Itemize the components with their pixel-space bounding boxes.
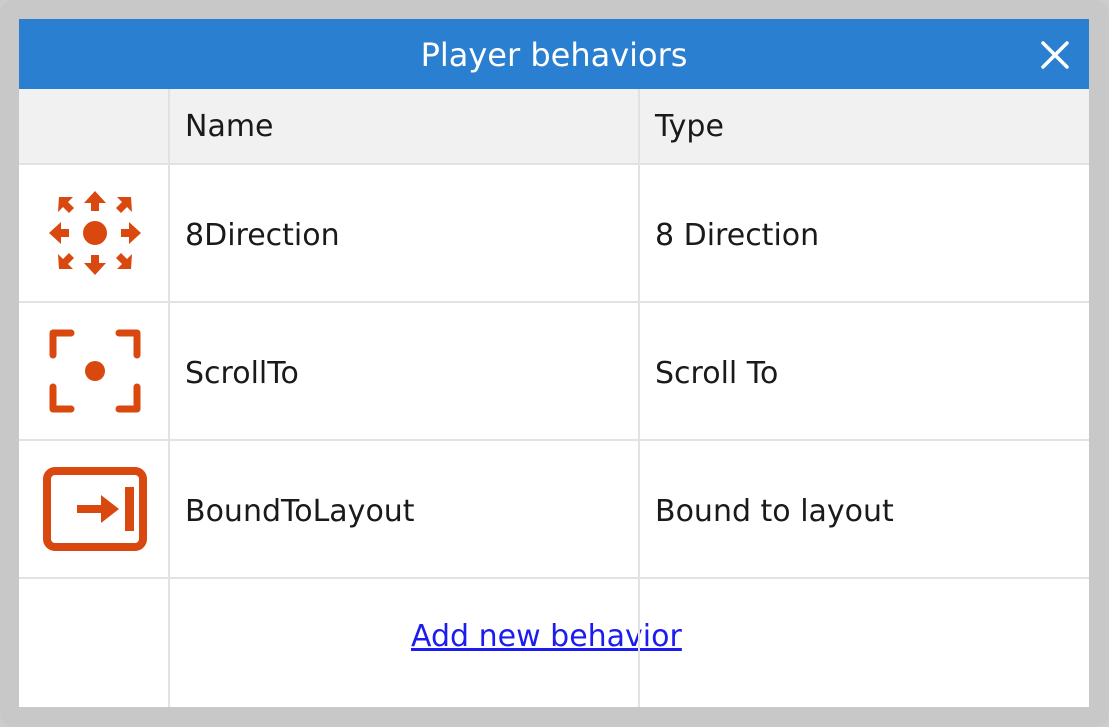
behavior-row-8direction[interactable]: 8Direction 8 Direction — [19, 165, 1089, 303]
column-divider — [168, 89, 170, 707]
dialog-title: Player behaviors — [420, 36, 688, 74]
behavior-row-scrollto[interactable]: ScrollTo Scroll To — [19, 303, 1089, 441]
column-header-type[interactable]: Type — [655, 89, 724, 163]
table-header: Name Type — [19, 89, 1089, 165]
behavior-type: Bound to layout — [655, 494, 894, 529]
scroll-to-icon — [43, 327, 147, 415]
add-new-behavior-link[interactable]: Add new behavior — [411, 619, 682, 654]
behavior-name: 8Direction — [185, 218, 340, 253]
add-behavior-area: Add new behavior — [19, 579, 1089, 707]
behavior-type: Scroll To — [655, 356, 779, 391]
bound-to-layout-icon — [43, 465, 147, 553]
close-icon — [1041, 41, 1069, 69]
close-button[interactable] — [1039, 39, 1071, 71]
column-header-name[interactable]: Name — [185, 89, 274, 163]
behavior-name: BoundToLayout — [185, 494, 415, 529]
title-bar: Player behaviors — [19, 19, 1089, 89]
column-divider[interactable] — [638, 89, 640, 707]
behavior-type: 8 Direction — [655, 218, 820, 253]
behavior-row-boundtolayout[interactable]: BoundToLayout Bound to layout — [19, 441, 1089, 579]
player-behaviors-dialog: Player behaviors Name Type 8Direction 8 … — [19, 19, 1089, 707]
eight-direction-icon — [43, 189, 147, 277]
window-frame: Player behaviors Name Type 8Direction 8 … — [0, 0, 1109, 727]
behavior-name: ScrollTo — [185, 356, 299, 391]
